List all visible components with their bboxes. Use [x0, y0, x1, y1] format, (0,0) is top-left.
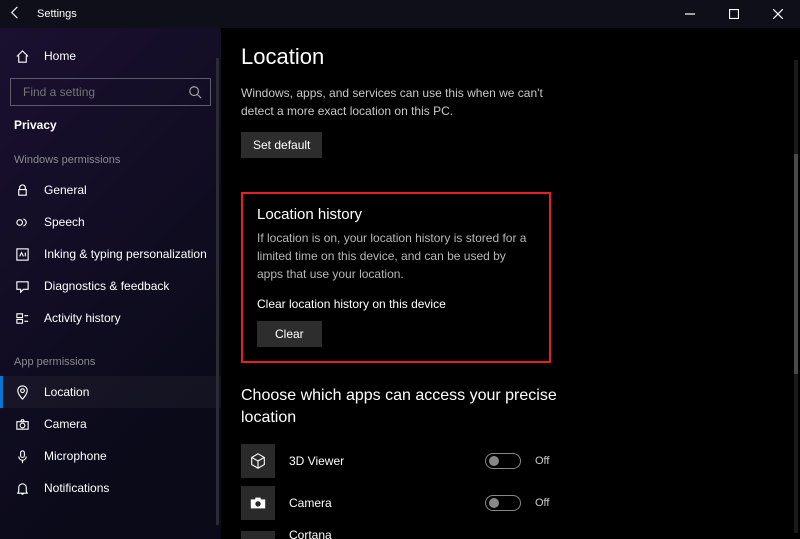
sidebar-section: Privacy — [0, 118, 221, 132]
toggle-camera[interactable] — [485, 495, 521, 511]
app-row-camera: Camera Off — [241, 482, 561, 524]
app-label: 3D Viewer — [289, 454, 471, 468]
3dviewer-icon — [241, 444, 275, 478]
sidebar-item-inking[interactable]: Inking & typing personalization — [0, 238, 221, 270]
inking-icon — [14, 247, 30, 262]
toggle-state: Off — [535, 497, 561, 509]
speech-icon — [14, 215, 30, 230]
page-intro: Windows, apps, and services can use this… — [241, 84, 571, 120]
feedback-icon — [14, 279, 30, 294]
sidebar: Home Privacy Windows permissions General… — [0, 28, 221, 539]
app-label: Cortana Location history must be on for … — [289, 528, 471, 539]
apps-heading: Choose which apps can access your precis… — [241, 385, 601, 430]
sidebar-label: Microphone — [44, 449, 107, 463]
content: Location Windows, apps, and services can… — [221, 28, 800, 539]
history-desc: If location is on, your location history… — [257, 229, 535, 283]
sidebar-label: Speech — [44, 215, 85, 229]
sidebar-home-label: Home — [44, 49, 76, 63]
toggle-3dviewer[interactable] — [485, 453, 521, 469]
titlebar: Settings — [0, 0, 800, 28]
sidebar-label: Camera — [44, 417, 87, 431]
search-input[interactable] — [10, 78, 211, 106]
cortana-icon — [241, 531, 275, 539]
location-history-section: Location history If location is on, your… — [241, 192, 551, 363]
sidebar-item-speech[interactable]: Speech — [0, 206, 221, 238]
sidebar-item-microphone[interactable]: Microphone — [0, 440, 221, 472]
sidebar-home[interactable]: Home — [0, 40, 221, 72]
content-scrollbar[interactable] — [794, 60, 798, 533]
window-title: Settings — [37, 8, 77, 20]
sidebar-group-windows: Windows permissions — [0, 154, 221, 166]
camera-icon — [14, 417, 30, 432]
sidebar-item-activity[interactable]: Activity history — [0, 302, 221, 334]
search-icon — [188, 85, 202, 99]
search-field[interactable] — [21, 84, 188, 100]
maximize-button[interactable] — [712, 0, 756, 28]
home-icon — [14, 49, 30, 64]
sidebar-scrollbar[interactable] — [216, 58, 219, 525]
sidebar-item-general[interactable]: General — [0, 174, 221, 206]
sidebar-label: Diagnostics & feedback — [44, 279, 169, 293]
camera-app-icon — [241, 486, 275, 520]
clear-label: Clear location history on this device — [257, 295, 535, 313]
minimize-button[interactable] — [668, 0, 712, 28]
sidebar-item-notifications[interactable]: Notifications — [0, 472, 221, 504]
sidebar-label: Activity history — [44, 311, 121, 325]
app-row-3dviewer: 3D Viewer Off — [241, 440, 561, 482]
clear-button[interactable]: Clear — [257, 321, 322, 347]
microphone-icon — [14, 449, 30, 464]
toggle-state: Off — [535, 455, 561, 467]
sidebar-item-camera[interactable]: Camera — [0, 408, 221, 440]
lock-icon — [14, 183, 30, 198]
sidebar-group-apps: App permissions — [0, 356, 221, 368]
set-default-button[interactable]: Set default — [241, 132, 322, 158]
sidebar-label: Notifications — [44, 481, 109, 495]
app-label: Camera — [289, 496, 471, 510]
history-heading: Location history — [257, 206, 535, 223]
page-title: Location — [241, 44, 776, 70]
app-name: Cortana — [289, 528, 471, 539]
close-button[interactable] — [756, 0, 800, 28]
sidebar-label: General — [44, 183, 87, 197]
sidebar-label: Inking & typing personalization — [44, 247, 207, 261]
app-row-cortana: Cortana Location history must be on for … — [241, 524, 561, 539]
location-icon — [14, 385, 30, 400]
activity-icon — [14, 311, 30, 326]
bell-icon — [14, 481, 30, 496]
sidebar-item-diagnostics[interactable]: Diagnostics & feedback — [0, 270, 221, 302]
sidebar-label: Location — [44, 385, 89, 399]
back-button[interactable] — [8, 5, 23, 23]
sidebar-item-location[interactable]: Location — [0, 376, 221, 408]
